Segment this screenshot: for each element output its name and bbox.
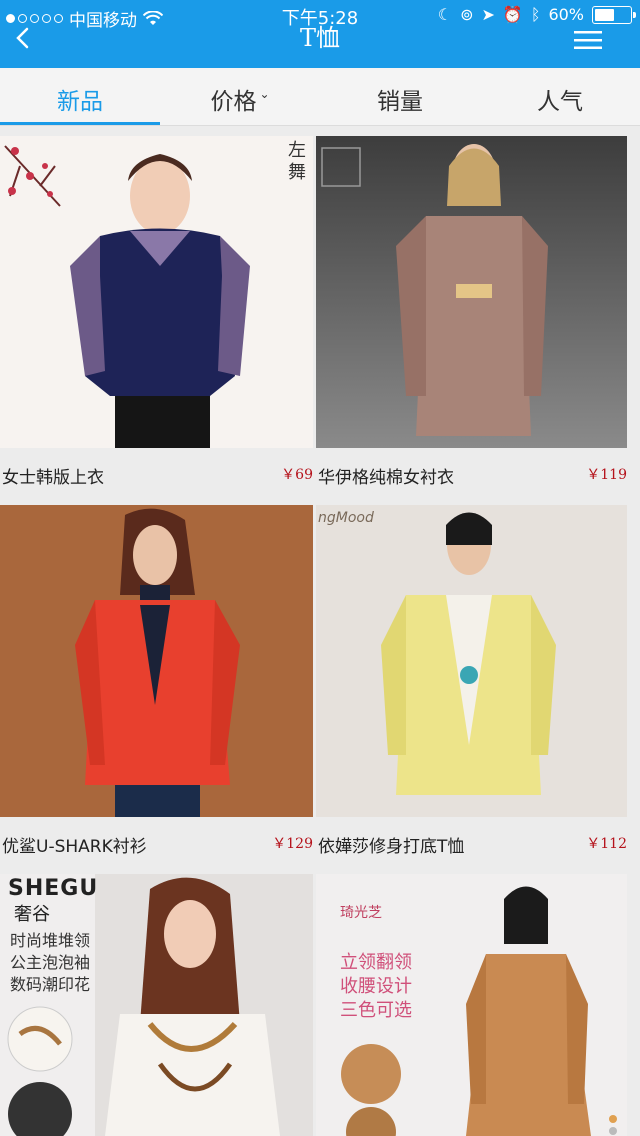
brand-logo-text-cn: 奢谷 [14,904,50,925]
product-card[interactable]: 优鲨U-SHARK衬衫 ￥129 [0,505,313,874]
product-card[interactable]: ngMood 依嬅莎修身打底T恤 ￥112 [316,505,627,874]
tab-price[interactable]: 价格 ⌄ [160,68,320,126]
chevron-down-icon: ⌄ [259,87,270,101]
product-card[interactable]: 左舞 女士韩版上衣 ￥69 [0,136,313,505]
product-card[interactable]: 琦光芝 立领翻领 收腰设计 三色可选 [316,874,627,1136]
product-image [0,505,313,817]
product-info: 华伊格纯棉女衬衣 ￥119 [316,448,627,505]
product-grid: 左舞 女士韩版上衣 ￥69 华伊格纯棉女衬衣 ￥119 优鲨U-SHARK衬衫 … [0,126,640,1136]
page-title: T恤 [299,24,340,52]
tab-new[interactable]: 新品 [0,68,160,126]
product-image: 左舞 [0,136,313,448]
product-price: ￥69 [281,467,313,483]
promo-line: 时尚堆堆领 [10,931,91,950]
product-price: ￥129 [272,836,313,852]
product-info: 优鲨U-SHARK衬衫 ￥129 [0,817,313,874]
product-name: 优鲨U-SHARK衬衫 [2,837,147,857]
brand-logo-text: ngMood [318,510,374,526]
tab-sales[interactable]: 销量 [320,68,480,126]
product-info: 女士韩版上衣 ￥69 [0,448,313,505]
product-name: 华伊格纯棉女衬衣 [318,468,454,488]
menu-icon[interactable] [574,31,602,49]
product-card[interactable]: 华伊格纯棉女衬衣 ￥119 [316,136,627,505]
product-card[interactable]: SHEGU 奢谷 时尚堆堆领 公主泡泡袖 数码潮印花 [0,874,313,1136]
top-bar: 中国移动 下午5:28 ☾ ⊚ ➤ ⏰ ᛒ 60% T恤 [0,0,640,68]
product-name: 依嬅莎修身打底T恤 [318,837,465,857]
promo-line: 公主泡泡袖 [10,953,91,972]
brand-logo-text: 琦光芝 [340,905,382,921]
promo-line: 立领翻领 [340,952,412,973]
brand-logo-text: SHEGU [8,876,99,901]
product-image: 琦光芝 立领翻领 收腰设计 三色可选 [316,874,627,1136]
product-image: ngMood [316,505,627,817]
product-info: 依嬅莎修身打底T恤 ￥112 [316,817,627,874]
brand-logo-text: 左舞 [288,140,306,183]
product-name: 女士韩版上衣 [2,468,104,488]
product-image: SHEGU 奢谷 时尚堆堆领 公主泡泡袖 数码潮印花 [0,874,313,1136]
sort-tabs: 新品 价格 ⌄ 销量 人气 [0,68,640,126]
product-price: ￥119 [586,467,627,483]
promo-line: 数码潮印花 [10,975,91,994]
tab-popularity[interactable]: 人气 [480,68,640,126]
promo-line: 收腰设计 [340,976,412,997]
product-price: ￥112 [586,836,627,852]
promo-line: 三色可选 [340,1000,412,1021]
product-image [316,136,627,448]
tab-indicator [0,122,160,125]
